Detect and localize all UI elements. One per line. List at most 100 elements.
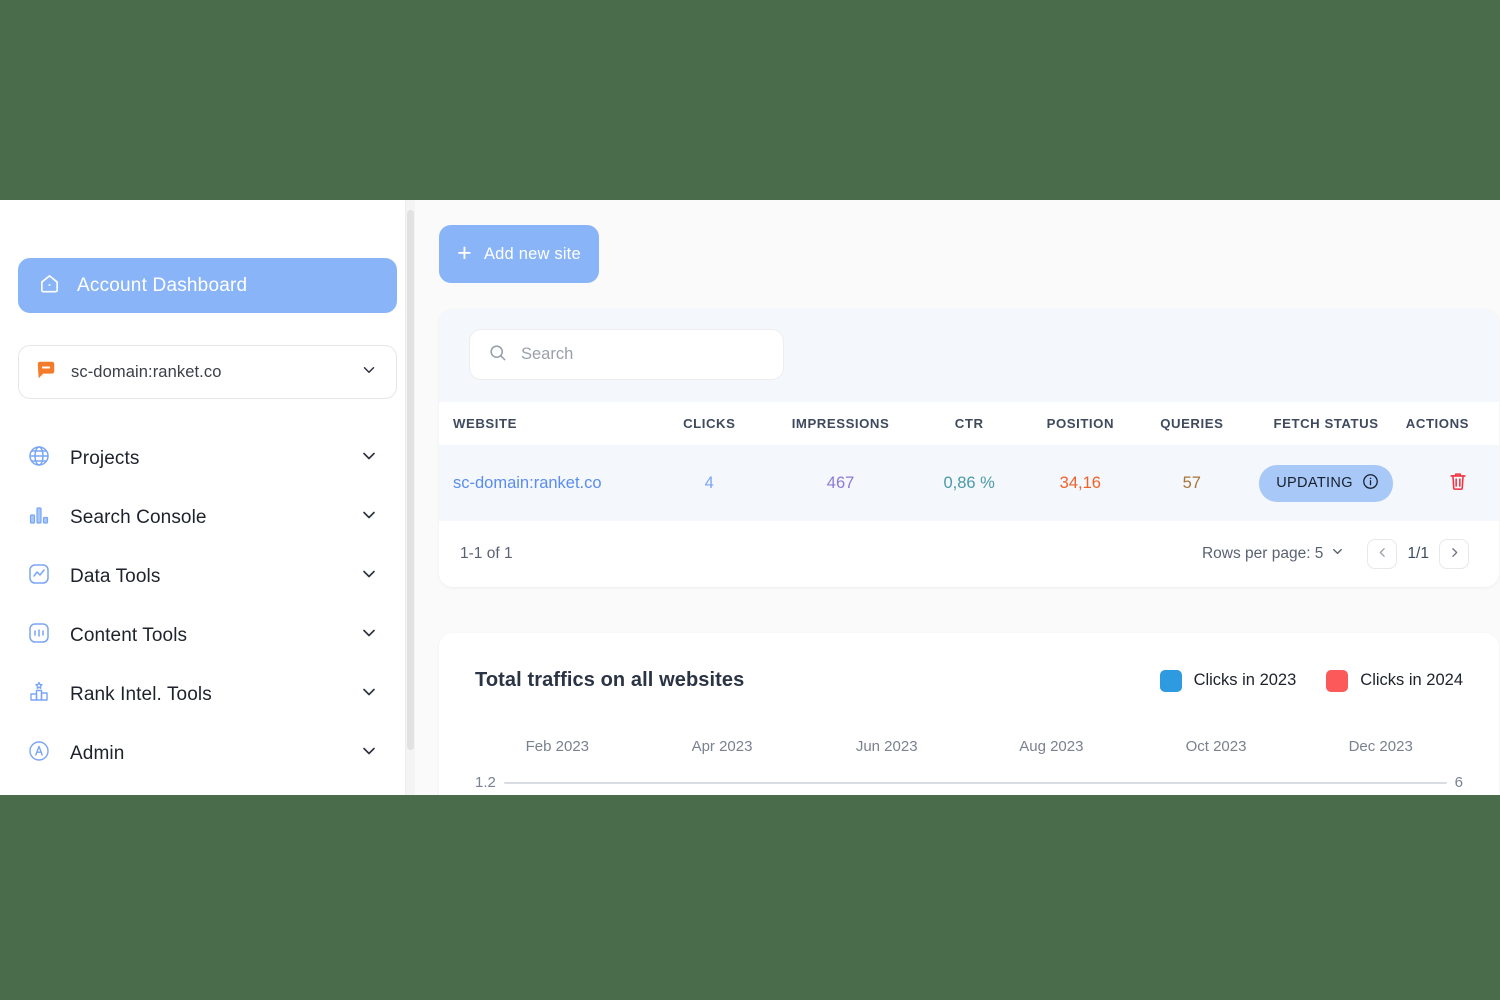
- row-count-label: 1-1 of 1: [460, 545, 513, 562]
- legend-label: Clicks in 2023: [1193, 671, 1297, 689]
- chart-title: Total traffics on all websites: [475, 669, 745, 691]
- sidebar-item-rank-intel-tools[interactable]: Rank Intel. Tools: [0, 665, 415, 724]
- chart-axis-row: 1.2 6: [475, 774, 1463, 791]
- chevron-right-icon: [1448, 546, 1461, 562]
- sidebar-item-content-tools[interactable]: Content Tools: [0, 606, 415, 665]
- legend-swatch: [1326, 669, 1349, 692]
- info-icon[interactable]: [1362, 473, 1379, 494]
- cell-ctr: 0,86 %: [943, 473, 995, 492]
- table-header: WEBSITE CLICKS IMPRESSIONS CTR POSITION …: [439, 402, 1499, 445]
- cell-impressions: 467: [826, 473, 855, 492]
- column-header-website[interactable]: WEBSITE: [439, 402, 652, 445]
- x-tick-label: Oct 2023: [1185, 738, 1247, 755]
- search-icon: [488, 343, 507, 367]
- sidebar-item-label: Account Dashboard: [77, 274, 248, 296]
- legend-item-clicks-2024[interactable]: Clicks in 2024: [1326, 669, 1463, 692]
- cell-queries: 57: [1182, 473, 1201, 492]
- chat-bubble-icon: [35, 359, 57, 386]
- sidebar-item-admin[interactable]: Admin: [0, 724, 415, 783]
- chevron-down-icon[interactable]: [359, 505, 379, 530]
- main-content: + Add new site WEBSITE CLICKS IMPRESSION: [415, 200, 1500, 795]
- chevron-down-icon: [1330, 544, 1345, 564]
- sidebar-nav: Projects Search Console Data Tools Conte…: [0, 429, 415, 783]
- search-input[interactable]: [521, 345, 751, 364]
- axis-end-label: 6: [1454, 774, 1463, 791]
- app-viewport: Account Dashboard sc-domain:ranket.co Pr…: [0, 200, 1500, 795]
- status-badge[interactable]: UPDATING: [1259, 464, 1393, 502]
- sidebar-item-label: Admin: [70, 742, 125, 764]
- column-header-clicks[interactable]: CLICKS: [652, 402, 766, 445]
- activity-square-icon: [27, 562, 51, 591]
- add-new-site-label: Add new site: [483, 244, 581, 263]
- pagination-controls: Rows per page: 5 1/1: [1202, 539, 1469, 569]
- chevron-down-icon[interactable]: [359, 741, 379, 766]
- delete-row-button[interactable]: [1447, 470, 1469, 492]
- chevron-down-icon[interactable]: [359, 446, 379, 471]
- previous-page-button[interactable]: [1367, 539, 1398, 569]
- column-header-actions[interactable]: ACTIONS: [1406, 402, 1499, 445]
- globe-icon: [27, 444, 51, 473]
- legend-label: Clicks in 2024: [1360, 671, 1463, 689]
- page-indicator: 1/1: [1407, 545, 1429, 562]
- plus-icon: +: [457, 238, 472, 267]
- table-body: sc-domain:ranket.co 4 467 0,86 % 34,16 5…: [439, 445, 1499, 521]
- traffic-chart-card: Total traffics on all websites Clicks in…: [439, 633, 1499, 795]
- x-tick-label: Dec 2023: [1348, 738, 1413, 755]
- chevron-left-icon: [1376, 546, 1389, 562]
- x-tick-label: Jun 2023: [855, 738, 918, 755]
- table-footer: 1-1 of 1 Rows per page: 5 1/1: [439, 521, 1499, 587]
- table-row[interactable]: sc-domain:ranket.co 4 467 0,86 % 34,16 5…: [439, 445, 1499, 521]
- chevron-down-icon: [360, 361, 378, 384]
- column-header-position[interactable]: POSITION: [1023, 402, 1137, 445]
- content-square-icon: [27, 621, 51, 650]
- cell-clicks: 4: [704, 473, 714, 492]
- sidebar-item-search-console[interactable]: Search Console: [0, 488, 415, 547]
- cell-position: 34,16: [1059, 473, 1101, 492]
- chevron-down-icon[interactable]: [359, 564, 379, 589]
- cell-fetch-status: UPDATING: [1246, 445, 1405, 521]
- sidebar-scrollbar-thumb[interactable]: [407, 210, 414, 750]
- sidebar-item-label: Rank Intel. Tools: [70, 683, 212, 705]
- websites-table-card: WEBSITE CLICKS IMPRESSIONS CTR POSITION …: [439, 309, 1499, 587]
- chart-legend: Clicks in 2023 Clicks in 2024: [1159, 669, 1463, 692]
- sidebar-item-account-dashboard[interactable]: Account Dashboard: [18, 258, 397, 313]
- sidebar-item-label: Projects: [70, 447, 140, 469]
- domain-selector[interactable]: sc-domain:ranket.co: [18, 345, 397, 399]
- cell-website[interactable]: sc-domain:ranket.co: [439, 445, 652, 521]
- websites-table: WEBSITE CLICKS IMPRESSIONS CTR POSITION …: [439, 402, 1499, 521]
- chevron-down-icon[interactable]: [359, 682, 379, 707]
- sidebar-item-label: Search Console: [70, 506, 207, 528]
- axis-start-label: 1.2: [475, 774, 496, 791]
- column-header-fetch-status[interactable]: FETCH STATUS: [1246, 402, 1405, 445]
- pager: 1/1: [1367, 539, 1469, 569]
- sidebar-scrollbar[interactable]: [406, 200, 415, 795]
- next-page-button[interactable]: [1439, 539, 1469, 569]
- chart-header: Total traffics on all websites Clicks in…: [475, 669, 1463, 692]
- bar-chart-icon: [27, 503, 51, 532]
- home-icon: [38, 272, 61, 300]
- admin-circle-icon: [27, 739, 51, 768]
- x-tick-label: Apr 2023: [691, 738, 753, 755]
- chart-axis-line: [503, 781, 1447, 784]
- status-badge-label: UPDATING: [1276, 475, 1353, 491]
- chart-x-axis-ticks: Feb 2023 Apr 2023 Jun 2023 Aug 2023 Oct …: [475, 738, 1463, 755]
- add-new-site-button[interactable]: + Add new site: [439, 225, 599, 283]
- rows-per-page-label: Rows per page: 5: [1201, 545, 1324, 562]
- sidebar-item-projects[interactable]: Projects: [0, 429, 415, 488]
- legend-item-clicks-2023[interactable]: Clicks in 2023: [1159, 669, 1297, 692]
- sidebar-item-data-tools[interactable]: Data Tools: [0, 547, 415, 606]
- trash-icon: [1447, 472, 1469, 495]
- column-header-queries[interactable]: QUERIES: [1137, 402, 1246, 445]
- cell-actions: [1406, 445, 1499, 521]
- column-header-impressions[interactable]: IMPRESSIONS: [766, 402, 915, 445]
- chevron-down-icon[interactable]: [359, 623, 379, 648]
- rows-per-page-selector[interactable]: Rows per page: 5: [1202, 544, 1346, 564]
- column-header-ctr[interactable]: CTR: [915, 402, 1023, 445]
- sidebar-item-label: Data Tools: [70, 565, 161, 587]
- sidebar: Account Dashboard sc-domain:ranket.co Pr…: [0, 200, 415, 795]
- x-tick-label: Aug 2023: [1019, 738, 1084, 755]
- search-box[interactable]: [469, 329, 784, 380]
- chart-plot-area: Feb 2023 Apr 2023 Jun 2023 Aug 2023 Oct …: [475, 738, 1463, 795]
- domain-selector-value: sc-domain:ranket.co: [71, 362, 222, 381]
- x-tick-label: Feb 2023: [525, 738, 590, 755]
